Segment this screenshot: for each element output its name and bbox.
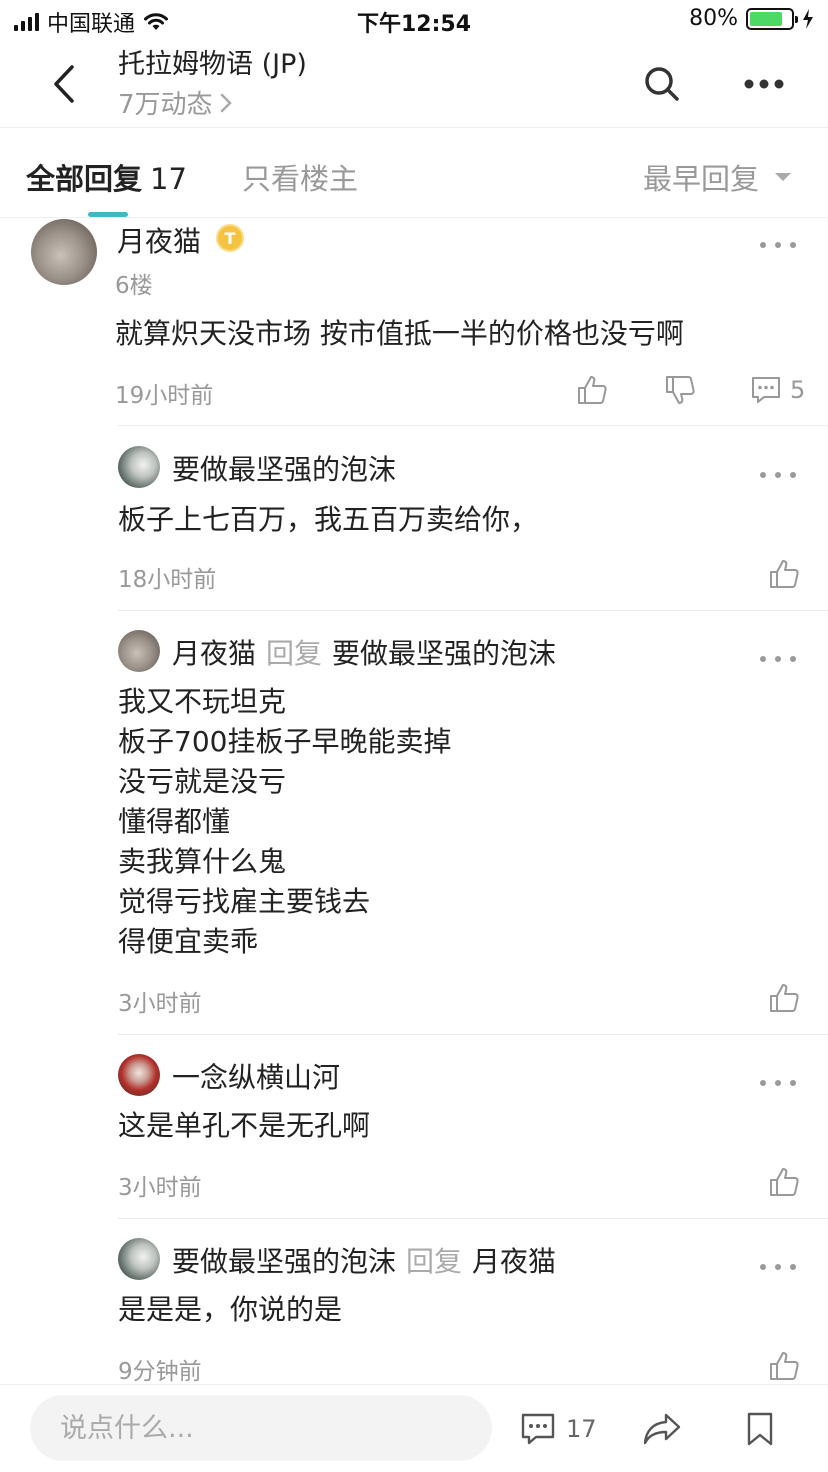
sort-dropdown[interactable]: 最早回复	[643, 156, 792, 198]
more-icon	[744, 79, 784, 89]
reply-content: 板子上七百万，我五百万卖给你，	[118, 503, 539, 536]
sort-label: 最早回复	[643, 162, 760, 196]
reply-time: 9分钟前	[118, 1359, 202, 1385]
avatar[interactable]	[118, 1238, 160, 1280]
thumbs-down-icon	[666, 376, 695, 404]
share-icon	[643, 1413, 681, 1445]
comment-input-wrapper	[30, 1395, 492, 1461]
caret-down-icon	[775, 173, 792, 181]
comment-icon	[521, 1413, 555, 1445]
forum-title[interactable]: 托拉姆物语 (JP)	[118, 42, 307, 81]
reply-line: 没亏就是没亏	[118, 765, 287, 798]
dislike-button[interactable]	[660, 370, 700, 410]
bottom-comment-count: 17	[566, 1415, 597, 1443]
divider	[118, 1218, 828, 1219]
avatar[interactable]	[118, 1054, 160, 1096]
avatar[interactable]	[118, 446, 160, 488]
level-badge-icon: T	[216, 224, 244, 252]
battery-level	[750, 11, 782, 26]
bookmark-icon	[747, 1412, 773, 1446]
reply-more-button[interactable]	[760, 1073, 796, 1093]
reply-tabs: 全部回复 17 只看楼主 最早回复	[0, 128, 828, 218]
thumbs-up-icon	[578, 376, 607, 404]
tab-active-indicator	[88, 212, 128, 217]
divider	[118, 1034, 828, 1035]
like-button[interactable]	[764, 554, 804, 594]
post-content: 就算炽天没市场 按市值抵一半的价格也没亏啊	[115, 317, 684, 350]
comment-input[interactable]	[30, 1395, 492, 1461]
reply-author-line: 月夜猫 回复 要做最坚强的泡沫	[172, 632, 556, 672]
chevron-right-icon	[220, 93, 232, 112]
post-more-button[interactable]	[760, 235, 796, 255]
reply-line: 板子700挂板子早晚能卖掉	[118, 725, 452, 758]
chevron-left-icon	[54, 65, 74, 103]
reply-time: 18小时前	[118, 567, 217, 593]
bottom-bar: 17	[0, 1384, 828, 1472]
post-floor: 6楼	[115, 273, 153, 299]
like-button[interactable]	[764, 1346, 804, 1386]
reply-time: 3小时前	[118, 991, 202, 1017]
tab-op-only[interactable]: 只看楼主	[242, 156, 358, 198]
comment-button[interactable]	[746, 370, 786, 410]
reply-author[interactable]: 一念纵横山河	[172, 1056, 340, 1096]
thumbs-up-icon	[770, 1168, 799, 1196]
post-time: 19小时前	[115, 383, 214, 409]
reply-target[interactable]: 月夜猫	[472, 1245, 556, 1278]
reply-more-button[interactable]	[760, 465, 796, 485]
post-author[interactable]: 月夜猫	[117, 220, 201, 260]
activity-count: 7万动态	[118, 90, 213, 120]
share-button[interactable]	[642, 1409, 682, 1449]
like-button[interactable]	[764, 1162, 804, 1202]
status-right: 80%	[689, 6, 814, 31]
reply-line: 觉得亏找雇主要钱去	[118, 885, 371, 918]
reply-content: 我又不玩坦克 板子700挂板子早晚能卖掉 没亏就是没亏 懂得都懂 卖我算什么鬼 …	[118, 682, 451, 962]
tab-all-count: 17	[150, 162, 187, 196]
avatar[interactable]	[31, 219, 97, 285]
status-bar: 中国联通 下午12:54 80%	[0, 0, 828, 40]
reply-author-line: 要做最坚强的泡沫 回复 月夜猫	[172, 1240, 556, 1280]
comment-icon	[752, 377, 780, 403]
battery-icon	[746, 7, 798, 30]
battery-percent: 80%	[689, 6, 738, 31]
reply-target[interactable]: 要做最坚强的泡沫	[332, 637, 556, 670]
reply-author[interactable]: 月夜猫	[172, 637, 256, 670]
more-button[interactable]	[740, 62, 788, 106]
reply-more-button[interactable]	[760, 649, 796, 669]
reply-line: 我又不玩坦克	[118, 685, 287, 718]
like-button[interactable]	[764, 978, 804, 1018]
like-button[interactable]	[572, 370, 612, 410]
charging-icon	[803, 8, 813, 29]
reply-content: 是是是，你说的是	[118, 1293, 343, 1326]
thumbs-up-icon	[770, 1352, 799, 1380]
tab-all-label: 全部回复	[26, 162, 143, 196]
avatar[interactable]	[118, 630, 160, 672]
reply-content: 这是单孔不是无孔啊	[118, 1109, 371, 1142]
reply-line: 卖我算什么鬼	[118, 845, 287, 878]
tab-all-replies[interactable]: 全部回复 17	[26, 156, 187, 198]
reply-word: 回复	[266, 637, 323, 670]
back-button[interactable]	[42, 62, 86, 106]
nav-bar: 托拉姆物语 (JP) 7万动态	[0, 40, 828, 128]
comments-button[interactable]	[518, 1409, 558, 1449]
reply-line: 懂得都懂	[118, 805, 231, 838]
reply-time: 3小时前	[118, 1175, 202, 1201]
post-comment-count: 5	[790, 376, 806, 404]
forum-activity-link[interactable]: 7万动态	[118, 84, 233, 121]
reply-line: 得便宜卖乖	[118, 925, 259, 958]
divider	[118, 610, 828, 611]
thumbs-up-icon	[770, 984, 799, 1012]
search-button[interactable]	[640, 62, 684, 106]
reply-word: 回复	[406, 1245, 463, 1278]
reply-author[interactable]: 要做最坚强的泡沫	[172, 448, 396, 488]
search-icon	[645, 67, 679, 101]
thumbs-up-icon	[770, 560, 799, 588]
divider	[118, 425, 828, 426]
reply-author[interactable]: 要做最坚强的泡沫	[172, 1245, 396, 1278]
reply-more-button[interactable]	[760, 1257, 796, 1277]
bookmark-button[interactable]	[740, 1409, 780, 1449]
